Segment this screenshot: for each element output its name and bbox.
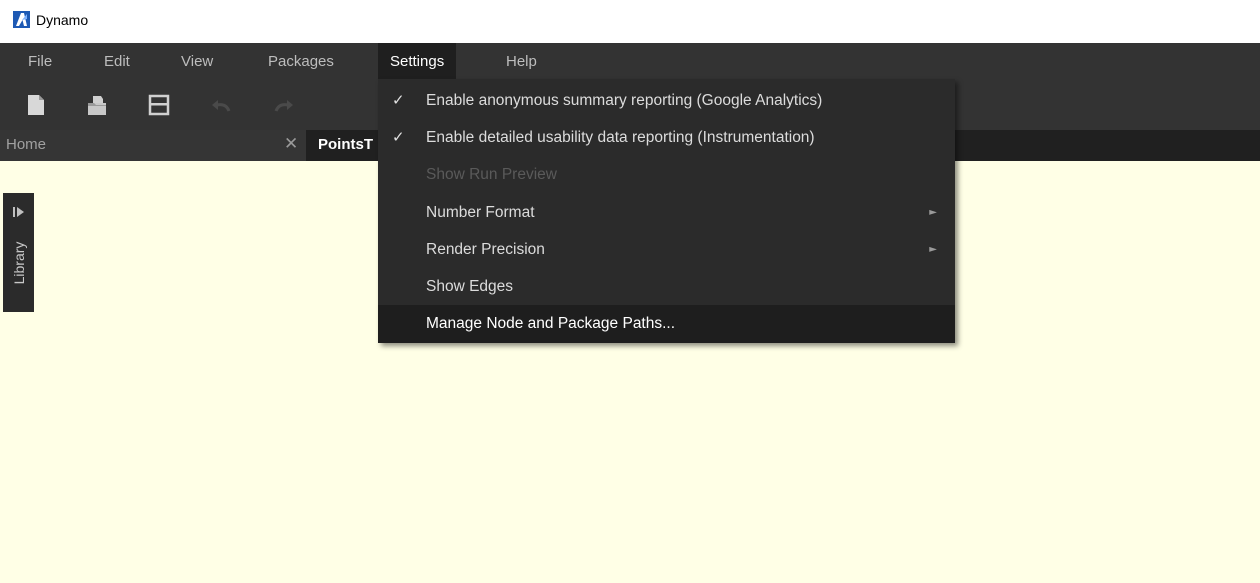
title-bar: Dynamo [0, 0, 1260, 43]
close-icon[interactable]: ✕ [284, 134, 298, 154]
menu-item-label: Render Precision [426, 241, 545, 258]
expand-arrow-icon [13, 207, 24, 217]
menu-settings[interactable]: Settings [378, 43, 457, 79]
menu-edit[interactable]: Edit [92, 43, 142, 79]
menu-packages[interactable]: Packages [256, 43, 346, 79]
menu-item-label: Show Edges [426, 278, 514, 295]
menu-item-show-edges[interactable]: Show Edges [378, 268, 955, 306]
dynamo-logo-icon [13, 11, 30, 28]
window-title: Dynamo [36, 12, 89, 28]
settings-menu: ✓ Enable anonymous summary reporting (Go… [378, 79, 955, 343]
menu-item-render-precision[interactable]: Render Precision ► [378, 231, 955, 269]
menu-item-label: Number Format [426, 204, 535, 221]
check-icon: ✓ [392, 91, 405, 109]
open-folder-icon[interactable] [84, 92, 110, 118]
menu-item-manage-paths[interactable]: Manage Node and Package Paths... [378, 305, 955, 343]
menu-item-label: Enable detailed usability data reporting… [426, 129, 815, 146]
tab-workspace-label: PointsT [318, 136, 373, 153]
menu-file[interactable]: File [16, 43, 64, 79]
menu-item-label: Enable anonymous summary reporting (Goog… [426, 92, 823, 109]
menu-view[interactable]: View [169, 43, 225, 79]
save-icon[interactable] [146, 92, 172, 118]
submenu-arrow-icon: ► [929, 207, 937, 218]
menu-help[interactable]: Help [494, 43, 549, 79]
menu-item-label: Show Run Preview [426, 166, 557, 183]
submenu-arrow-icon: ► [929, 244, 937, 255]
new-file-icon[interactable] [23, 92, 49, 118]
library-label: Library [11, 241, 27, 285]
menu-item-label: Manage Node and Package Paths... [426, 315, 676, 332]
tab-home-label: Home [6, 136, 47, 153]
library-toggle[interactable]: Library [3, 193, 34, 312]
check-icon: ✓ [392, 128, 405, 146]
menu-item-instrumentation[interactable]: ✓ Enable detailed usability data reporti… [378, 119, 955, 157]
undo-icon[interactable] [208, 92, 234, 118]
menu-item-google-analytics[interactable]: ✓ Enable anonymous summary reporting (Go… [378, 82, 955, 120]
menu-item-number-format[interactable]: Number Format ► [378, 194, 955, 232]
menu-bar: File Edit View Packages Settings Help [0, 43, 1260, 79]
menu-item-show-run-preview: Show Run Preview [378, 156, 955, 194]
tab-workspace[interactable]: PointsT [306, 130, 386, 161]
redo-icon[interactable] [271, 92, 297, 118]
tab-home[interactable]: Home ✕ [0, 130, 306, 161]
